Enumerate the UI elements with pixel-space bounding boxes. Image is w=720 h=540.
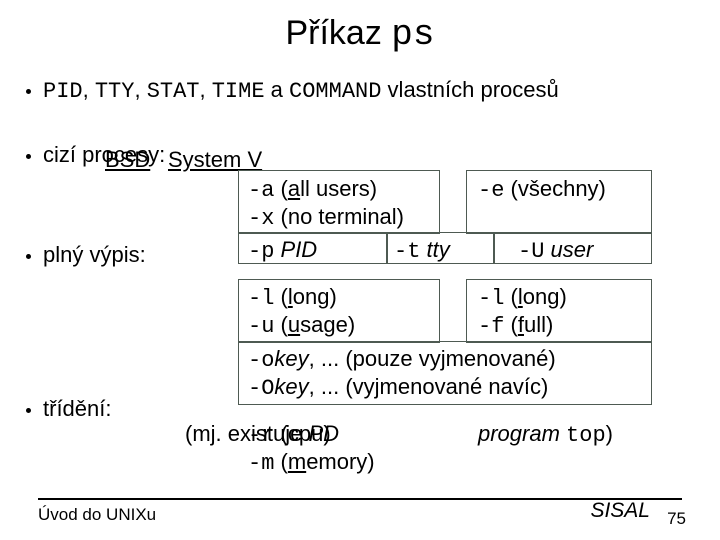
hdr-bsd: BSD <box>105 147 150 172</box>
opt-u: -u (usage) <box>248 310 355 342</box>
opt-p: -p PID <box>248 235 317 267</box>
trid-overlay-right: program top) <box>478 419 613 451</box>
label-plny: plný výpis: <box>43 242 146 268</box>
f-pid: PID <box>43 79 83 104</box>
title-cmd: ps <box>391 14 434 55</box>
opt-f: -f (full) <box>478 310 553 342</box>
bullet-line-1: PID, TTY, STAT, TIME a COMMAND vlastních… <box>43 77 559 104</box>
opt-o: -okey, ... (pouze vyjmenované) <box>248 344 556 376</box>
opt-t: -t tty <box>394 235 450 267</box>
hdr-sv: System V <box>168 147 262 172</box>
bullet-dot <box>26 154 31 159</box>
f-command: COMMAND <box>289 79 381 104</box>
f-tty: TTY <box>95 79 135 104</box>
opt-O: -Okey, ... (vyjmenované navíc) <box>248 372 548 404</box>
f-time: TIME <box>212 79 265 104</box>
opt-x: -x (no terminal) <box>248 202 404 234</box>
opt-e: -e (všechny) <box>478 174 606 206</box>
bullet-dot <box>26 408 31 413</box>
footer-right: SISAL <box>590 499 650 523</box>
opt-r: -r (cpu) <box>248 419 331 451</box>
slide-title: Příkaz ps <box>0 0 720 55</box>
opt-m: -m (memory) <box>248 447 375 479</box>
opt-U: -U user <box>518 235 593 267</box>
footer-left: Úvod do UNIXu <box>38 505 156 525</box>
opt-a: -a (all users) <box>248 174 377 206</box>
f-stat: STAT <box>147 79 200 104</box>
label-trideni: třídění: <box>43 396 111 422</box>
bullet-dot <box>26 89 31 94</box>
opt-l: -l (long) <box>248 282 337 314</box>
bullet-dot <box>26 254 31 259</box>
footer-rule <box>38 498 682 500</box>
title-text: Příkaz <box>285 14 391 52</box>
page-number: 75 <box>667 509 686 529</box>
opt-l2: -l (long) <box>478 282 567 314</box>
